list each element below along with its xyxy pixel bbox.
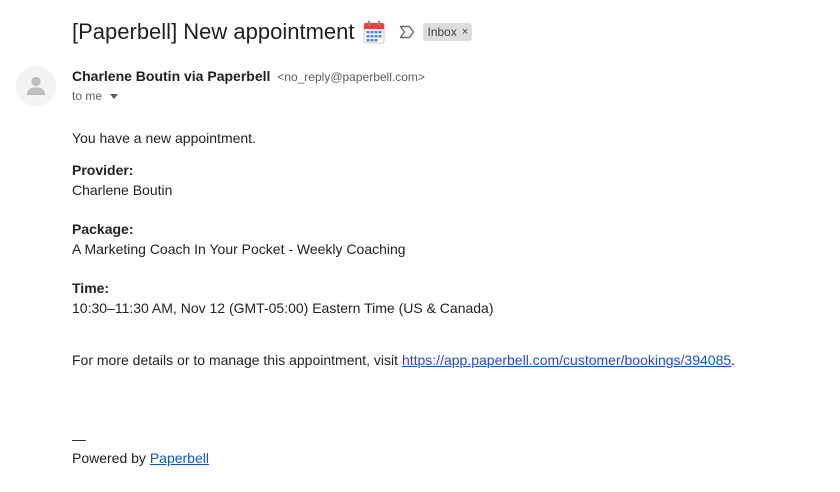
time-label: Time: (72, 280, 110, 296)
details-text: For more details or to manage this appoi… (72, 352, 402, 368)
provider-value: Charlene Boutin (72, 182, 173, 198)
package-value: A Marketing Coach In Your Pocket - Weekl… (72, 241, 406, 257)
email-view: [Paperbell] New appointment Inbox × Char… (0, 0, 840, 492)
label-chip-text: Inbox (427, 25, 457, 39)
inbox-label-chip[interactable]: Inbox × (422, 23, 473, 41)
powered-by-text: Powered by (72, 450, 150, 466)
default-avatar-icon (27, 76, 45, 95)
details-line: For more details or to manage this appoi… (72, 350, 812, 370)
important-marker-icon[interactable] (399, 25, 415, 39)
time-value: 10:30–11:30 AM, Nov 12 (GMT-05:00) Easte… (72, 300, 494, 316)
email-subject: [Paperbell] New appointment (72, 19, 355, 44)
booking-link[interactable]: https://app.paperbell.com/customer/booki… (402, 352, 731, 368)
sender-name[interactable]: Charlene Boutin via Paperbell (72, 68, 270, 84)
intro-text: You have a new appointment. (72, 130, 256, 146)
caret-down-icon[interactable] (110, 93, 119, 99)
remove-label-button[interactable]: × (462, 26, 468, 38)
sender-line: Charlene Boutin via Paperbell <no_reply@… (72, 68, 425, 84)
paperbell-link[interactable]: Paperbell (150, 450, 209, 466)
recipient-text: to me (72, 89, 103, 103)
calendar-icon (363, 20, 385, 44)
provider-label: Provider: (72, 162, 134, 178)
powered-by-line: Powered by Paperbell (72, 448, 812, 468)
signature-dash: — (72, 431, 86, 447)
subject-row: [Paperbell] New appointment Inbox × (72, 16, 473, 48)
sender-avatar[interactable] (16, 66, 56, 106)
package-label: Package: (72, 221, 134, 237)
email-body: You have a new appointment. Provider: Ch… (72, 128, 812, 468)
details-suffix: . (731, 352, 736, 368)
sender-email: <no_reply@paperbell.com> (277, 70, 425, 84)
recipient-line: to me (72, 89, 119, 103)
